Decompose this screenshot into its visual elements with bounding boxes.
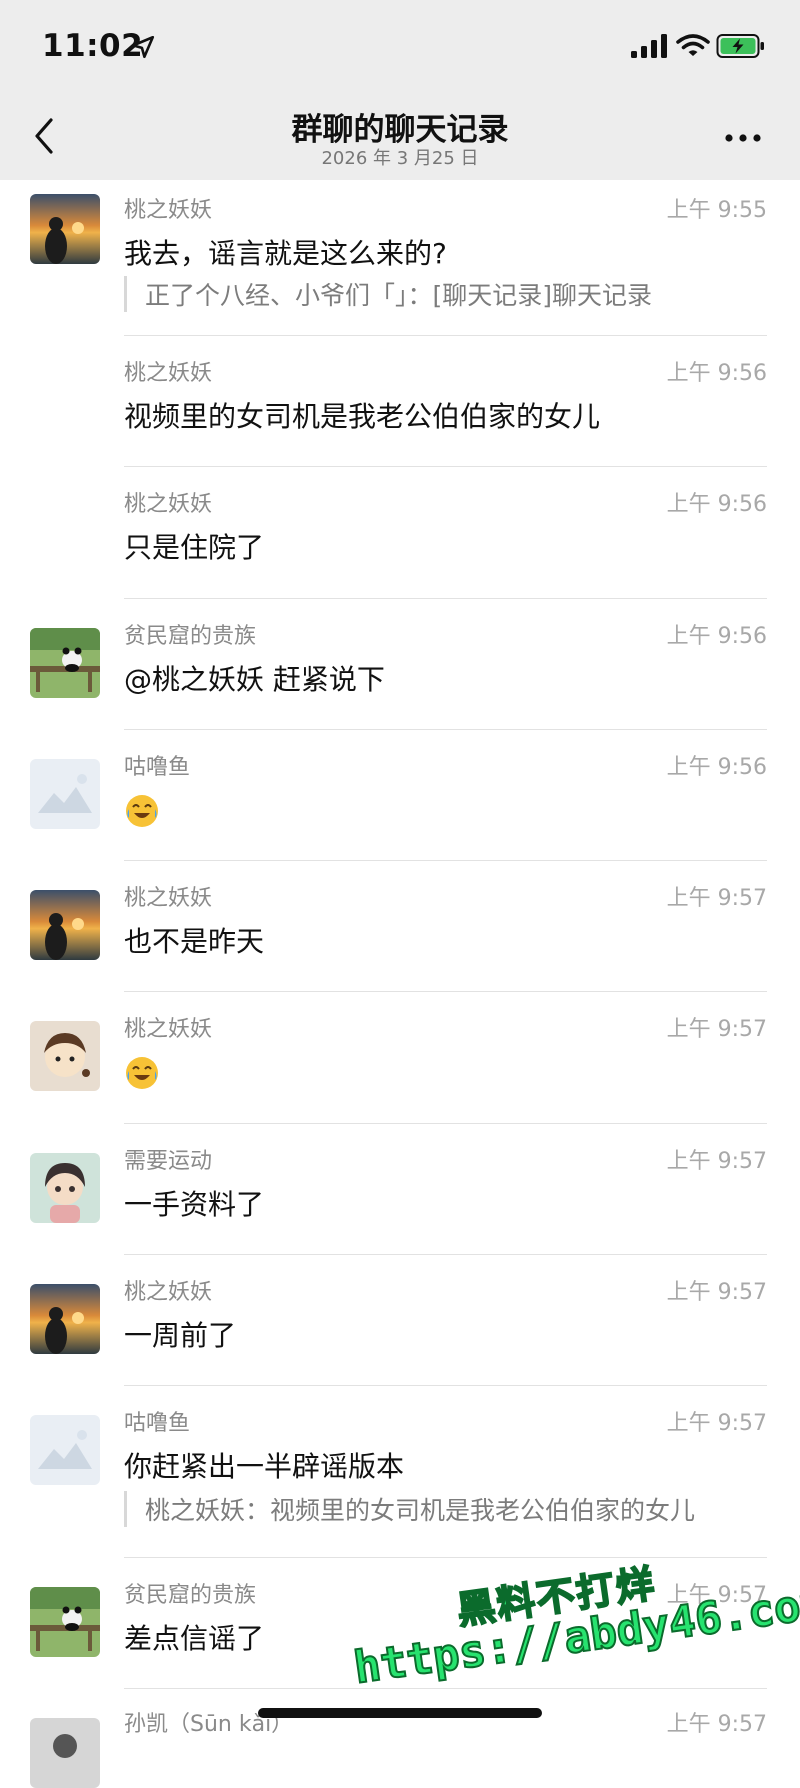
sunset-avatar-image: [30, 890, 100, 960]
sender-name: 桃之妖妖: [124, 492, 213, 517]
sender-name: 咕噜鱼: [124, 755, 191, 780]
sender-name: 桃之妖妖: [124, 198, 213, 223]
avatar[interactable]: [30, 1415, 100, 1485]
message-text: 差点信谣了: [124, 1622, 265, 1655]
anime-girl-avatar-image: [30, 1153, 100, 1223]
divider: [124, 466, 767, 467]
divider: [124, 598, 767, 599]
home-indicator[interactable]: [258, 1708, 542, 1718]
sender-name: 桃之妖妖: [124, 1017, 213, 1042]
message-time: 上午 9:56: [666, 492, 767, 517]
nav-bar: 群聊的聊天记录 2026 年 3 月25 日: [0, 92, 800, 180]
message-time: 上午 9:57: [666, 1712, 767, 1737]
sender-name: 需要运动: [124, 1149, 213, 1174]
placeholder-image-icon: [30, 1415, 100, 1485]
message-time: 上午 9:57: [666, 886, 767, 911]
wifi-icon: [676, 34, 710, 56]
divider: [124, 991, 767, 992]
message-time: 上午 9:56: [666, 755, 767, 780]
divider: [124, 1385, 767, 1386]
sender-name: 贫民窟的贵族: [124, 624, 257, 649]
sunset-avatar-image: [30, 194, 100, 264]
laughing-crying-face-icon: [126, 1057, 158, 1089]
divider: [124, 1688, 767, 1689]
message-time: 上午 9:56: [666, 624, 767, 649]
divider: [124, 1123, 767, 1124]
message-time: 上午 9:57: [666, 1411, 767, 1436]
avatar[interactable]: [30, 759, 100, 829]
divider: [124, 335, 767, 336]
divider: [124, 729, 767, 730]
page-subtitle-date: 2026 年 3 月25 日: [321, 148, 479, 169]
page-title: 群聊的聊天记录: [291, 112, 509, 148]
status-bar: 11:02: [0, 0, 800, 92]
location-arrow-icon: [131, 35, 155, 59]
divider: [124, 1557, 767, 1558]
message-time: 上午 9:57: [666, 1149, 767, 1174]
message-time: 上午 9:56: [666, 361, 767, 386]
divider: [124, 1254, 767, 1255]
avatar[interactable]: [30, 1021, 100, 1091]
quoted-message: 正了个八经、小爷们「」：[聊天记录]聊天记录: [124, 276, 652, 312]
avatar[interactable]: [30, 1284, 100, 1354]
message-text: 一手资料了: [124, 1188, 265, 1221]
avatar[interactable]: [30, 1718, 100, 1788]
avatar[interactable]: [30, 194, 100, 264]
sunset-avatar-image: [30, 1284, 100, 1354]
laughing-crying-face-icon: [126, 795, 158, 827]
message-time: 上午 9:55: [666, 198, 767, 223]
panda-avatar-image: [30, 628, 100, 698]
avatar[interactable]: [30, 890, 100, 960]
sender-name: 桃之妖妖: [124, 886, 213, 911]
message-time: 上午 9:57: [666, 1280, 767, 1305]
cartoon-girl-avatar-image: [30, 1021, 100, 1091]
battery-charging-icon: [716, 34, 764, 58]
panda-avatar-image: [30, 1587, 100, 1657]
avatar[interactable]: [30, 1587, 100, 1657]
message-text: 一周前了: [124, 1319, 237, 1352]
sender-name: 贫民窟的贵族: [124, 1583, 257, 1608]
message-text: 我去，谣言就是这么来的?: [124, 237, 447, 270]
more-options-button[interactable]: [718, 120, 768, 156]
message-text: @桃之妖妖 赶紧说下: [124, 663, 385, 696]
ellipsis-icon: [725, 134, 761, 142]
message-time: 上午 9:57: [666, 1017, 767, 1042]
divider: [124, 860, 767, 861]
message-text: 你赶紧出一半辟谣版本: [124, 1450, 405, 1483]
avatar[interactable]: [30, 628, 100, 698]
avatar[interactable]: [30, 1153, 100, 1223]
quoted-message: 桃之妖妖：视频里的女司机是我老公伯伯家的女儿: [124, 1491, 695, 1527]
message-text: 也不是昨天: [124, 925, 265, 958]
sender-name: 桃之妖妖: [124, 361, 213, 386]
person-avatar-image: [30, 1718, 100, 1788]
cellular-signal-icon: [631, 34, 667, 58]
sender-name: 桃之妖妖: [124, 1280, 213, 1305]
placeholder-image-icon: [30, 759, 100, 829]
message-text: 只是住院了: [124, 531, 265, 564]
message-text: 视频里的女司机是我老公伯伯家的女儿: [124, 400, 601, 433]
status-time: 11:02: [42, 28, 144, 64]
sender-name: 咕噜鱼: [124, 1411, 191, 1436]
